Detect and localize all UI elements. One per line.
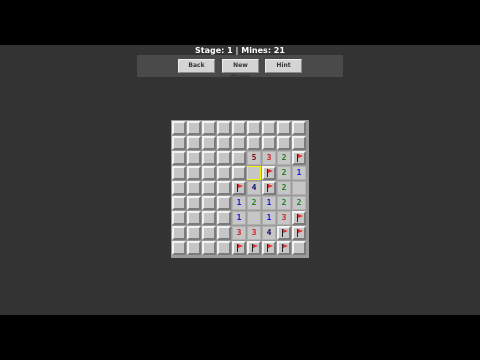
number-cell[interactable]: 5 bbox=[247, 151, 261, 165]
hidden-cell[interactable] bbox=[202, 181, 216, 195]
hidden-cell[interactable] bbox=[232, 166, 246, 180]
hidden-cell[interactable] bbox=[187, 226, 201, 240]
number-cell[interactable]: 3 bbox=[232, 226, 246, 240]
hidden-cell[interactable] bbox=[202, 151, 216, 165]
open-cell[interactable] bbox=[247, 211, 261, 225]
hidden-cell[interactable] bbox=[202, 196, 216, 210]
hidden-cell[interactable] bbox=[217, 196, 231, 210]
new-game-button[interactable]: New Game bbox=[222, 59, 259, 81]
number-cell[interactable]: 1 bbox=[292, 166, 306, 180]
hidden-cell[interactable] bbox=[202, 121, 216, 135]
flag-icon bbox=[297, 229, 303, 237]
hidden-cell[interactable] bbox=[217, 226, 231, 240]
hidden-cell[interactable] bbox=[292, 136, 306, 150]
flagged-cell[interactable] bbox=[262, 181, 276, 195]
hidden-cell[interactable] bbox=[187, 211, 201, 225]
hidden-cell[interactable] bbox=[232, 151, 246, 165]
number-cell[interactable]: 4 bbox=[262, 226, 276, 240]
hidden-cell[interactable] bbox=[172, 136, 186, 150]
number-cell[interactable]: 1 bbox=[262, 211, 276, 225]
number-cell[interactable]: 3 bbox=[247, 226, 261, 240]
flagged-cell[interactable] bbox=[277, 241, 291, 255]
hidden-cell[interactable] bbox=[217, 121, 231, 135]
flag-icon bbox=[252, 244, 258, 252]
hidden-cell[interactable] bbox=[187, 241, 201, 255]
hidden-cell[interactable] bbox=[187, 166, 201, 180]
hidden-cell[interactable] bbox=[262, 121, 276, 135]
hidden-cell[interactable] bbox=[232, 121, 246, 135]
flag-icon bbox=[267, 169, 273, 177]
hidden-cell[interactable] bbox=[172, 211, 186, 225]
toolbar: Back New Game Hint bbox=[137, 55, 343, 81]
hidden-cell[interactable] bbox=[187, 151, 201, 165]
flag-icon bbox=[297, 154, 303, 162]
hidden-cell[interactable] bbox=[217, 211, 231, 225]
number-cell[interactable]: 1 bbox=[232, 196, 246, 210]
hidden-cell[interactable] bbox=[172, 226, 186, 240]
number-cell[interactable]: 2 bbox=[277, 151, 291, 165]
hidden-cell[interactable] bbox=[187, 181, 201, 195]
hidden-cell[interactable] bbox=[217, 181, 231, 195]
flagged-cell[interactable] bbox=[262, 166, 276, 180]
hidden-cell[interactable] bbox=[217, 166, 231, 180]
minesweeper-board: 532214212122113334 bbox=[171, 120, 309, 258]
hidden-cell[interactable] bbox=[202, 166, 216, 180]
hidden-cell[interactable] bbox=[292, 121, 306, 135]
flagged-cell[interactable] bbox=[262, 241, 276, 255]
open-cell[interactable] bbox=[247, 166, 261, 180]
flagged-cell[interactable] bbox=[247, 241, 261, 255]
number-cell[interactable]: 4 bbox=[247, 181, 261, 195]
flag-icon bbox=[237, 184, 243, 192]
flag-icon bbox=[282, 229, 288, 237]
back-button[interactable]: Back bbox=[178, 59, 215, 73]
hidden-cell[interactable] bbox=[172, 121, 186, 135]
flag-icon bbox=[297, 214, 303, 222]
hidden-cell[interactable] bbox=[292, 241, 306, 255]
number-cell[interactable]: 2 bbox=[247, 196, 261, 210]
flagged-cell[interactable] bbox=[292, 226, 306, 240]
hidden-cell[interactable] bbox=[172, 151, 186, 165]
flagged-cell[interactable] bbox=[232, 181, 246, 195]
hidden-cell[interactable] bbox=[217, 136, 231, 150]
number-cell[interactable]: 2 bbox=[277, 181, 291, 195]
hidden-cell[interactable] bbox=[202, 241, 216, 255]
hidden-cell[interactable] bbox=[202, 136, 216, 150]
flagged-cell[interactable] bbox=[292, 211, 306, 225]
hidden-cell[interactable] bbox=[172, 196, 186, 210]
number-cell[interactable]: 1 bbox=[232, 211, 246, 225]
game-area: Stage: 1 | Mines: 21 Back New Game Hint … bbox=[0, 45, 480, 315]
hidden-cell[interactable] bbox=[172, 241, 186, 255]
hidden-cell[interactable] bbox=[202, 226, 216, 240]
hidden-cell[interactable] bbox=[187, 196, 201, 210]
flag-icon bbox=[237, 244, 243, 252]
flag-icon bbox=[267, 244, 273, 252]
hidden-cell[interactable] bbox=[277, 121, 291, 135]
hidden-cell[interactable] bbox=[172, 181, 186, 195]
hidden-cell[interactable] bbox=[202, 211, 216, 225]
hidden-cell[interactable] bbox=[187, 136, 201, 150]
number-cell[interactable]: 2 bbox=[277, 166, 291, 180]
number-cell[interactable]: 3 bbox=[262, 151, 276, 165]
hidden-cell[interactable] bbox=[247, 136, 261, 150]
hidden-cell[interactable] bbox=[172, 166, 186, 180]
number-cell[interactable]: 2 bbox=[277, 196, 291, 210]
flagged-cell[interactable] bbox=[277, 226, 291, 240]
flag-icon bbox=[282, 244, 288, 252]
number-cell[interactable]: 2 bbox=[292, 196, 306, 210]
number-cell[interactable]: 1 bbox=[262, 196, 276, 210]
flagged-cell[interactable] bbox=[232, 241, 246, 255]
open-cell[interactable] bbox=[292, 181, 306, 195]
hint-button[interactable]: Hint bbox=[265, 59, 302, 73]
hidden-cell[interactable] bbox=[247, 121, 261, 135]
hidden-cell[interactable] bbox=[262, 136, 276, 150]
hidden-cell[interactable] bbox=[217, 151, 231, 165]
hidden-cell[interactable] bbox=[187, 121, 201, 135]
number-cell[interactable]: 3 bbox=[277, 211, 291, 225]
flagged-cell[interactable] bbox=[292, 151, 306, 165]
hidden-cell[interactable] bbox=[232, 136, 246, 150]
flag-icon bbox=[267, 184, 273, 192]
hidden-cell[interactable] bbox=[217, 241, 231, 255]
hidden-cell[interactable] bbox=[277, 136, 291, 150]
